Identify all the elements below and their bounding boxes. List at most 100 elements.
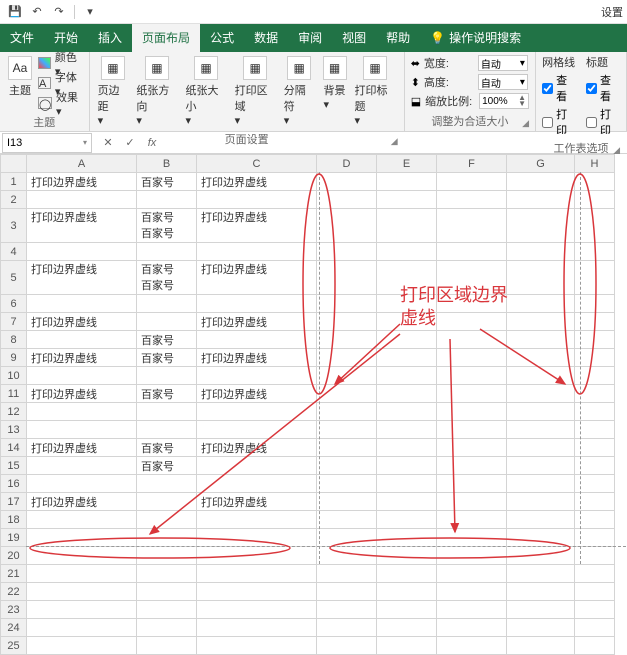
- tab-8[interactable]: 帮助: [376, 24, 420, 52]
- row-header[interactable]: 5: [1, 261, 27, 295]
- cell[interactable]: [317, 349, 377, 367]
- cell[interactable]: [507, 583, 575, 601]
- cell[interactable]: [197, 421, 317, 439]
- col-header[interactable]: D: [317, 155, 377, 173]
- cell[interactable]: [507, 511, 575, 529]
- cell[interactable]: [377, 601, 437, 619]
- cell[interactable]: [507, 349, 575, 367]
- tab-0[interactable]: 文件: [0, 24, 44, 52]
- cell[interactable]: [27, 601, 137, 619]
- height-field[interactable]: 自动▾: [478, 74, 528, 90]
- cell[interactable]: [507, 457, 575, 475]
- cell[interactable]: [507, 367, 575, 385]
- cell[interactable]: [137, 565, 197, 583]
- select-all-corner[interactable]: [1, 155, 27, 173]
- cell[interactable]: [27, 421, 137, 439]
- cell[interactable]: [437, 367, 507, 385]
- cell[interactable]: [197, 475, 317, 493]
- tab-2[interactable]: 插入: [88, 24, 132, 52]
- row-header[interactable]: 20: [1, 547, 27, 565]
- cell[interactable]: [377, 619, 437, 637]
- cell[interactable]: [197, 295, 317, 313]
- cell[interactable]: [317, 421, 377, 439]
- cell[interactable]: [437, 601, 507, 619]
- row-header[interactable]: 24: [1, 619, 27, 637]
- margins-button[interactable]: ▦页边距▾: [96, 54, 131, 129]
- effects-button[interactable]: ◯效果 ▾: [38, 94, 83, 112]
- row-header[interactable]: 7: [1, 313, 27, 331]
- cell[interactable]: 打印边界虚线: [197, 261, 317, 295]
- cell[interactable]: [137, 403, 197, 421]
- cell[interactable]: 打印边界虚线: [197, 313, 317, 331]
- row-header[interactable]: 21: [1, 565, 27, 583]
- cell[interactable]: [317, 331, 377, 349]
- size-button[interactable]: ▦纸张大小▾: [184, 54, 229, 129]
- row-header[interactable]: 11: [1, 385, 27, 403]
- cell[interactable]: [437, 403, 507, 421]
- cell[interactable]: 打印边界虚线: [27, 349, 137, 367]
- cell[interactable]: [437, 331, 507, 349]
- scale-field[interactable]: 100%▲▼: [479, 93, 529, 109]
- qat-more-icon[interactable]: ▾: [81, 3, 99, 21]
- cell[interactable]: [575, 565, 615, 583]
- cell[interactable]: 打印边界虚线: [27, 385, 137, 403]
- cell[interactable]: [137, 421, 197, 439]
- tab-4[interactable]: 公式: [200, 24, 244, 52]
- cell[interactable]: [507, 173, 575, 191]
- cell[interactable]: [437, 421, 507, 439]
- cell[interactable]: [197, 529, 317, 547]
- cell[interactable]: 百家号: [137, 173, 197, 191]
- row-header[interactable]: 2: [1, 191, 27, 209]
- gridlines-view-checkbox[interactable]: 查看: [542, 72, 576, 104]
- cell[interactable]: [437, 349, 507, 367]
- tab-5[interactable]: 数据: [244, 24, 288, 52]
- printarea-button[interactable]: ▦打印区域▾: [233, 54, 278, 129]
- col-header[interactable]: F: [437, 155, 507, 173]
- cell[interactable]: [27, 619, 137, 637]
- cell[interactable]: [575, 601, 615, 619]
- cell[interactable]: 打印边界虚线: [197, 439, 317, 457]
- cell[interactable]: [317, 637, 377, 655]
- row-header[interactable]: 25: [1, 637, 27, 655]
- cell[interactable]: [507, 601, 575, 619]
- cell[interactable]: 打印边界虚线: [27, 493, 137, 511]
- cell[interactable]: [197, 511, 317, 529]
- row-header[interactable]: 19: [1, 529, 27, 547]
- cell[interactable]: [377, 457, 437, 475]
- cell[interactable]: [377, 421, 437, 439]
- background-button[interactable]: ▦背景▾: [321, 54, 349, 113]
- row-header[interactable]: 17: [1, 493, 27, 511]
- cell[interactable]: [437, 511, 507, 529]
- cell[interactable]: [437, 243, 507, 261]
- cell[interactable]: [317, 547, 377, 565]
- cell[interactable]: [507, 385, 575, 403]
- row-header[interactable]: 8: [1, 331, 27, 349]
- cell[interactable]: 百家号: [137, 349, 197, 367]
- undo-icon[interactable]: ↶: [28, 3, 46, 21]
- cell[interactable]: [437, 565, 507, 583]
- cell[interactable]: [197, 331, 317, 349]
- cell[interactable]: 打印边界虚线: [27, 209, 137, 243]
- cell[interactable]: [377, 209, 437, 243]
- cell[interactable]: [197, 565, 317, 583]
- cell[interactable]: [437, 619, 507, 637]
- cell[interactable]: [197, 583, 317, 601]
- tab-7[interactable]: 视图: [332, 24, 376, 52]
- cell[interactable]: [137, 511, 197, 529]
- cell[interactable]: [317, 565, 377, 583]
- cell[interactable]: [377, 547, 437, 565]
- cell[interactable]: [507, 261, 575, 295]
- save-icon[interactable]: 💾: [6, 3, 24, 21]
- cell[interactable]: [507, 209, 575, 243]
- cell[interactable]: 打印边界虚线: [197, 349, 317, 367]
- row-header[interactable]: 12: [1, 403, 27, 421]
- cell[interactable]: [317, 209, 377, 243]
- cell[interactable]: [377, 349, 437, 367]
- cell[interactable]: [137, 601, 197, 619]
- cell[interactable]: [437, 547, 507, 565]
- cell[interactable]: [317, 313, 377, 331]
- cell[interactable]: [27, 565, 137, 583]
- cell[interactable]: [137, 637, 197, 655]
- tab-6[interactable]: 审阅: [288, 24, 332, 52]
- cell[interactable]: [575, 619, 615, 637]
